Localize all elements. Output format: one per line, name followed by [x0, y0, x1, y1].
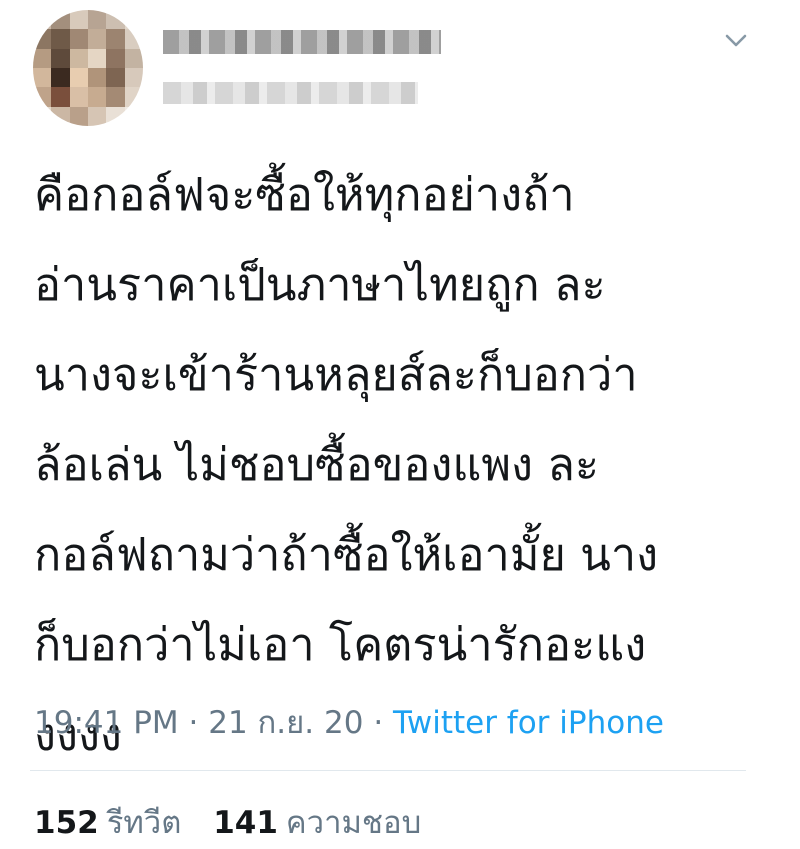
likes-label: ความชอบ — [285, 805, 422, 841]
tweet-text-line: นางจะเข้าร้านหลุยส์ละก็บอกว่า — [34, 348, 638, 401]
retweets-stat[interactable]: 152 รีทวีต — [34, 800, 181, 846]
blurred-username[interactable] — [163, 82, 418, 104]
tweet-date[interactable]: 21 ก.ย. 20 — [208, 705, 363, 741]
tweet-text-line: ล้อเล่น ไม่ชอบซื้อของแพง ละ — [34, 438, 600, 491]
tweet-time[interactable]: 19:41 PM — [34, 705, 179, 741]
tweet-text-line: คือกอล์ฟจะซื้อให้ทุกอย่างถ้า — [34, 168, 575, 221]
tweet-source-link[interactable]: Twitter for iPhone — [393, 705, 664, 741]
meta-separator: · — [373, 705, 384, 741]
meta-separator: · — [188, 705, 199, 741]
chevron-down-icon[interactable] — [722, 26, 750, 54]
user-avatar[interactable] — [33, 10, 143, 126]
divider — [30, 770, 746, 771]
likes-stat[interactable]: 141 ความชอบ — [213, 800, 421, 846]
retweets-label: รีทวีต — [106, 805, 182, 841]
tweet-stats: 152 รีทวีต 141 ความชอบ — [34, 800, 443, 846]
tweet-text-line: กอล์ฟถามว่าถ้าซื้อให้เอามั้ย นาง — [34, 528, 659, 581]
tweet-text-line: ก็บอกว่าไม่เอา โคตรน่ารักอะแง — [34, 618, 647, 671]
tweet-text-line: อ่านราคาเป็นภาษาไทยถูก ละ — [34, 258, 606, 311]
likes-count: 141 — [213, 805, 278, 841]
retweets-count: 152 — [34, 805, 99, 841]
tweet-meta: 19:41 PM · 21 ก.ย. 20 · Twitter for iPho… — [34, 698, 664, 748]
tweet-text: คือกอล์ฟจะซื้อให้ทุกอย่างถ้า อ่านราคาเป็… — [34, 150, 774, 780]
blurred-display-name[interactable] — [163, 30, 441, 54]
